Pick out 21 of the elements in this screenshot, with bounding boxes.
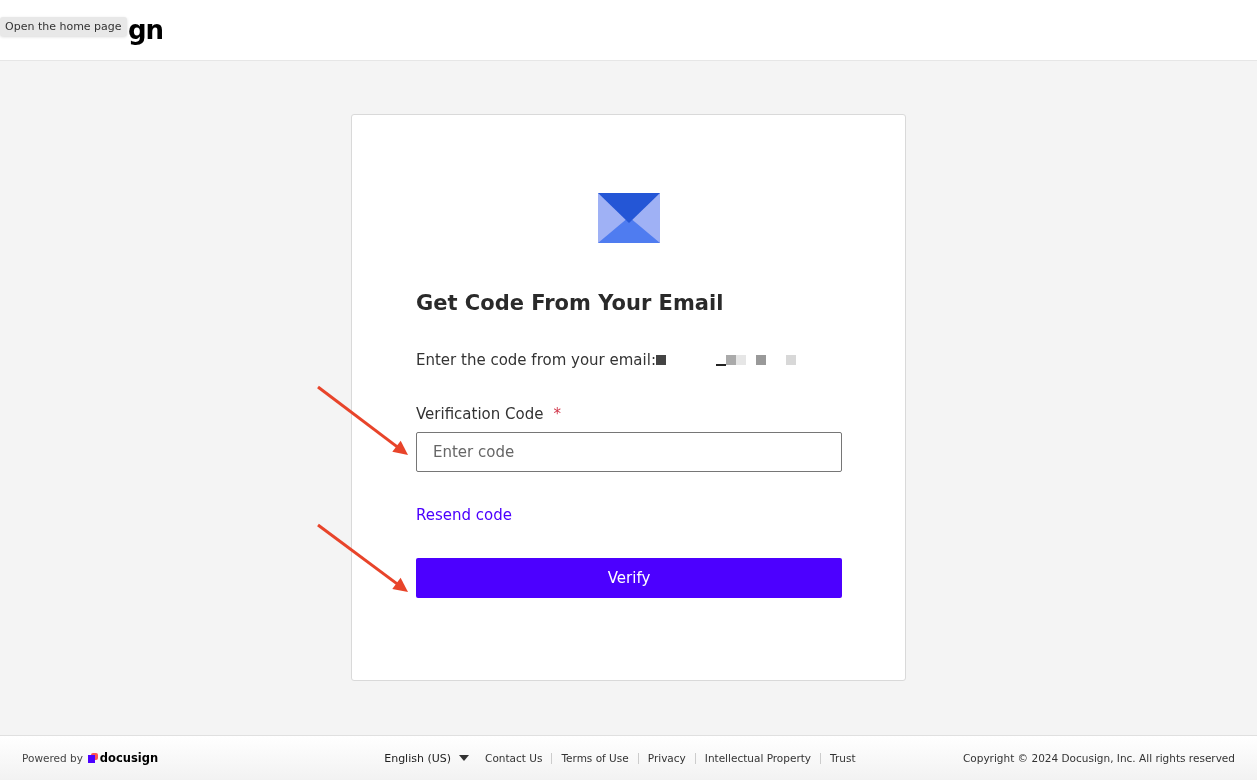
footer-link[interactable]: Privacy <box>647 752 686 764</box>
field-label: Verification Code <box>416 405 544 423</box>
envelope-icon <box>597 193 660 243</box>
page-title: Get Code From Your Email <box>416 291 725 315</box>
verification-code-field[interactable]: Enter code <box>416 432 842 472</box>
tooltip: Open the home page <box>0 17 127 36</box>
footer-link[interactable]: Contact Us <box>485 752 543 764</box>
footer-link[interactable]: Intellectual Property <box>704 752 812 764</box>
brand-icon <box>87 753 98 763</box>
footer-link[interactable]: Trust <box>830 752 856 764</box>
logo[interactable]: gn <box>128 15 164 45</box>
powered-by-text: Powered by <box>22 752 83 764</box>
resend-code-link[interactable]: Resend code <box>416 506 512 524</box>
copyright-text: Copyright © 2024 Docusign, Inc. All rights reserved <box>962 752 1235 764</box>
required-mark: * <box>553 405 561 423</box>
caret-icon <box>459 755 470 761</box>
verify-button[interactable]: Verify <box>416 558 842 598</box>
instruction-text: Enter the code from your email: <box>416 351 656 369</box>
brand-name: docusign <box>99 751 159 765</box>
footer-link[interactable]: Terms of Use <box>561 752 629 764</box>
language-selector[interactable]: English (US) <box>384 751 470 765</box>
